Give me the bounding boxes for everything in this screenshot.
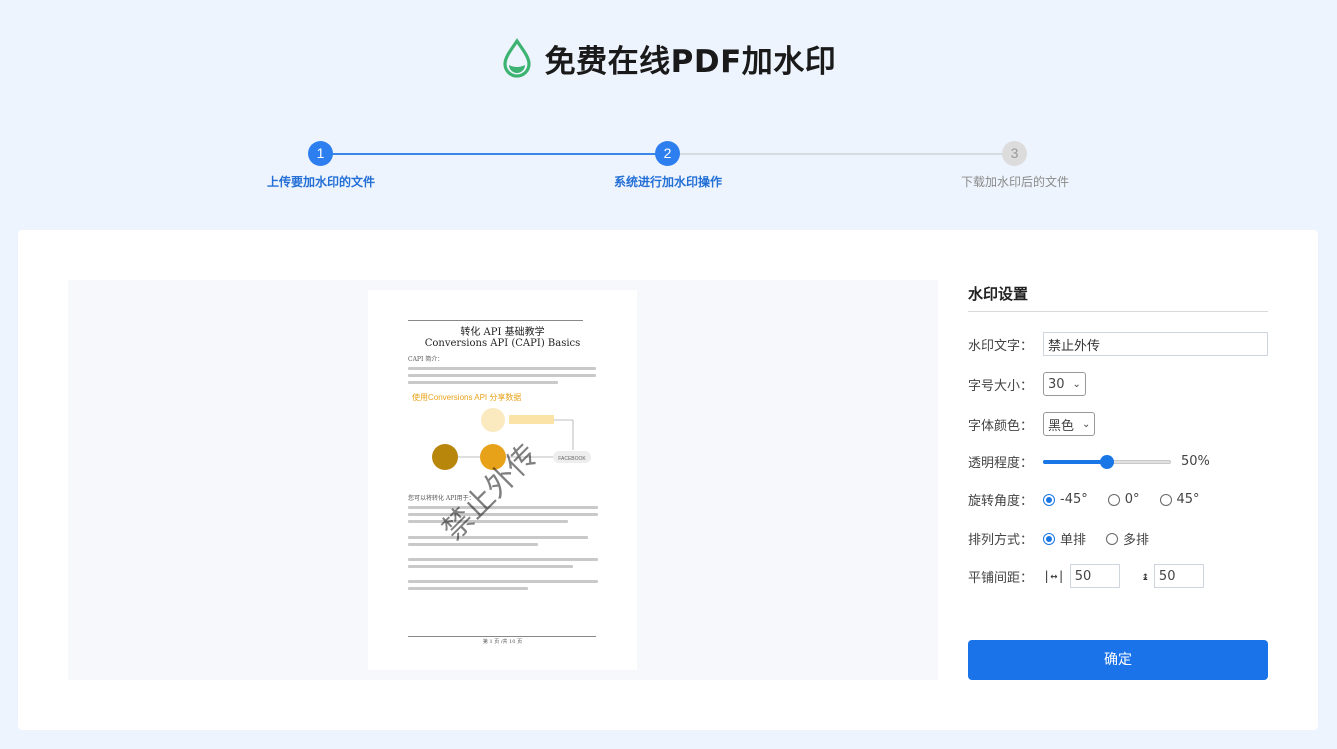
spacing-label: 平铺间距： [968,570,1034,586]
settings-heading: 水印设置 [968,280,1268,312]
main-card: 转化 API 基础教学 Conversions API (CAPI) Basic… [18,230,1318,730]
rotation-option-0[interactable]: 0° [1107,492,1140,507]
text-line [408,565,573,568]
step-1-label: 上传要加水印的文件 [266,175,375,189]
doc-title-cn: 转化 API 基础教学 [460,327,545,338]
watermark-settings-panel: 水印设置 水印文字： 字号大小： 30 ⌄ 字体颜色： 黑色 ⌄ 透明程度： [968,280,1268,588]
confirm-button[interactable]: 确定 [968,640,1268,680]
page-header: 免费在线PDF加水印 [0,36,1337,80]
chevron-down-icon: ⌄ [1082,418,1091,430]
opacity-slider[interactable] [1043,454,1171,470]
layout-label: 排列方式： [968,533,1034,548]
color-row: 字体颜色： 黑色 ⌄ [968,412,1096,436]
step-connector-1 [320,153,668,155]
doc-figure-heading: 使用Conversions API 分享数据 [412,393,522,402]
layout-option-label: 多排 [1123,533,1150,548]
page-title: 免费在线PDF加水印 [544,43,837,80]
opacity-value: 50% [1181,454,1210,469]
font-color-value: 黑色 [1048,418,1075,434]
rotation-label: 旋转角度： [968,494,1034,509]
opacity-label: 透明程度： [968,456,1034,471]
step-connector-2 [668,153,1014,155]
size-row: 字号大小： 30 ⌄ [968,372,1086,396]
progress-steps: 1 上传要加水印的文件 2 系统进行加水印操作 3 下载加水印后的文件 [0,140,1337,200]
slider-fill [1043,459,1107,464]
rotation-option-45[interactable]: 45° [1159,492,1200,507]
vertical-spacing-input[interactable]: 50 [1153,564,1204,588]
pdf-page-preview: 转化 API 基础教学 Conversions API (CAPI) Basic… [368,290,637,670]
doc-section-heading: CAPI 简介： [408,356,444,363]
rotation-option-label: 45° [1176,492,1200,507]
text-line [408,587,528,590]
radio-button[interactable] [1106,532,1119,545]
radio-button[interactable] [1043,532,1055,545]
size-label: 字号大小： [968,378,1034,394]
vertical-spacing-icon: ↨ [1141,569,1149,583]
step-3-indicator: 3 [1002,141,1027,166]
rotation-row: 旋转角度： -45° 0° 45° [968,490,1220,509]
layout-option-single[interactable]: 单排 [1043,529,1086,548]
radio-button[interactable] [1159,493,1172,506]
text-line [408,543,538,546]
layout-row: 排列方式： 单排 多排 [968,529,1169,548]
text-line [408,381,558,384]
page-footer-rule [408,636,596,637]
page-footer: 第 1 页 /共 10 页 [482,639,523,645]
color-label: 字体颜色： [968,418,1034,434]
page-header-rule [408,320,583,321]
rotation-option-label: 0° [1124,492,1140,507]
text-line [408,367,596,370]
horizontal-spacing-icon: |↔| [1043,569,1065,583]
radio-button[interactable] [1043,493,1055,506]
horizontal-spacing-input[interactable]: 50 [1069,564,1120,588]
font-color-select[interactable]: 黑色 ⌄ [1043,412,1096,436]
step-2-label: 系统进行加水印操作 [613,175,722,189]
text-line [408,536,588,539]
text-line [408,558,598,561]
figure-label: FACEBOOK [558,456,586,462]
step-1-indicator: 1 [308,141,333,166]
chevron-down-icon: ⌄ [1072,378,1081,390]
step-2-indicator: 2 [655,141,680,166]
text-line [408,374,596,377]
opacity-row: 透明程度： 50% [968,452,1210,471]
text-line [408,580,598,583]
water-drop-icon [503,38,531,78]
text-row: 水印文字： [968,332,1268,356]
rotation-option-neg45[interactable]: -45° [1043,492,1088,507]
rotation-option-label: -45° [1060,492,1088,507]
doc-title-en: Conversions API (CAPI) Basics [424,338,581,349]
spacing-row: 平铺间距： |↔| 50 ↨ 50 [968,564,1204,588]
font-size-value: 30 [1048,376,1065,392]
text-label: 水印文字： [968,338,1034,354]
layout-option-label: 单排 [1060,533,1087,548]
radio-button[interactable] [1107,493,1120,506]
pdf-preview-area: 转化 API 基础教学 Conversions API (CAPI) Basic… [68,280,938,680]
watermark-text-input[interactable] [1043,332,1268,356]
slider-thumb[interactable] [1100,454,1114,469]
font-size-select[interactable]: 30 ⌄ [1043,372,1086,396]
step-3-label: 下载加水印后的文件 [960,175,1069,189]
layout-option-multi[interactable]: 多排 [1106,529,1149,548]
